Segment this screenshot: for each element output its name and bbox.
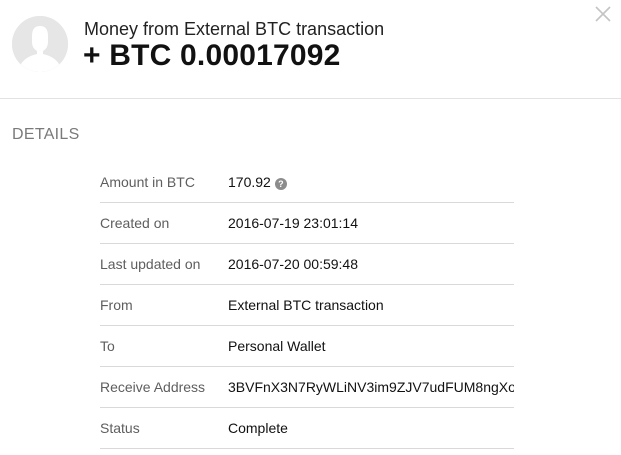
user-silhouette-icon xyxy=(12,16,68,72)
detail-value: 170.92? xyxy=(228,174,287,190)
status-value: Complete xyxy=(228,420,288,436)
detail-row-receive-address: Receive Address 3BVFnX3N7RyWLiNV3im9ZJV7… xyxy=(100,367,514,408)
detail-row-amount: Amount in BTC 170.92? xyxy=(100,162,514,203)
transaction-header: Money from External BTC transaction + BT… xyxy=(0,0,621,99)
detail-label: Status xyxy=(100,420,140,436)
detail-row-created: Created on 2016-07-19 23:01:14 xyxy=(100,203,514,244)
detail-label: Amount in BTC xyxy=(100,174,195,190)
close-button[interactable] xyxy=(593,4,613,24)
detail-label: Receive Address xyxy=(100,379,206,395)
detail-value: External BTC transaction xyxy=(228,297,384,313)
detail-row-from: From External BTC transaction xyxy=(100,285,514,326)
detail-value: 2016-07-19 23:01:14 xyxy=(228,215,358,231)
close-icon xyxy=(595,6,611,22)
transaction-detail-panel: Money from External BTC transaction + BT… xyxy=(0,0,621,455)
detail-label: To xyxy=(100,338,115,354)
details-section-title: DETAILS xyxy=(12,126,80,143)
details-table: Amount in BTC 170.92? Created on 2016-07… xyxy=(100,162,514,449)
question-icon[interactable]: ? xyxy=(274,178,287,190)
detail-label: Created on xyxy=(100,215,170,231)
detail-label: Last updated on xyxy=(100,256,201,272)
detail-value: Personal Wallet xyxy=(228,338,326,354)
detail-row-status: Status Complete xyxy=(100,408,514,449)
detail-row-to: To Personal Wallet xyxy=(100,326,514,367)
detail-value: 2016-07-20 00:59:48 xyxy=(228,256,358,272)
receive-address-value[interactable]: 3BVFnX3N7RyWLiNV3im9ZJV7udFUM8ngXo xyxy=(228,379,514,395)
avatar xyxy=(12,16,68,72)
transaction-subtitle: Money from External BTC transaction xyxy=(84,19,385,39)
transaction-amount: + BTC 0.00017092 xyxy=(83,39,341,72)
amount-value: 170.92 xyxy=(228,174,271,190)
detail-label: From xyxy=(100,297,133,313)
detail-row-updated: Last updated on 2016-07-20 00:59:48 xyxy=(100,244,514,285)
